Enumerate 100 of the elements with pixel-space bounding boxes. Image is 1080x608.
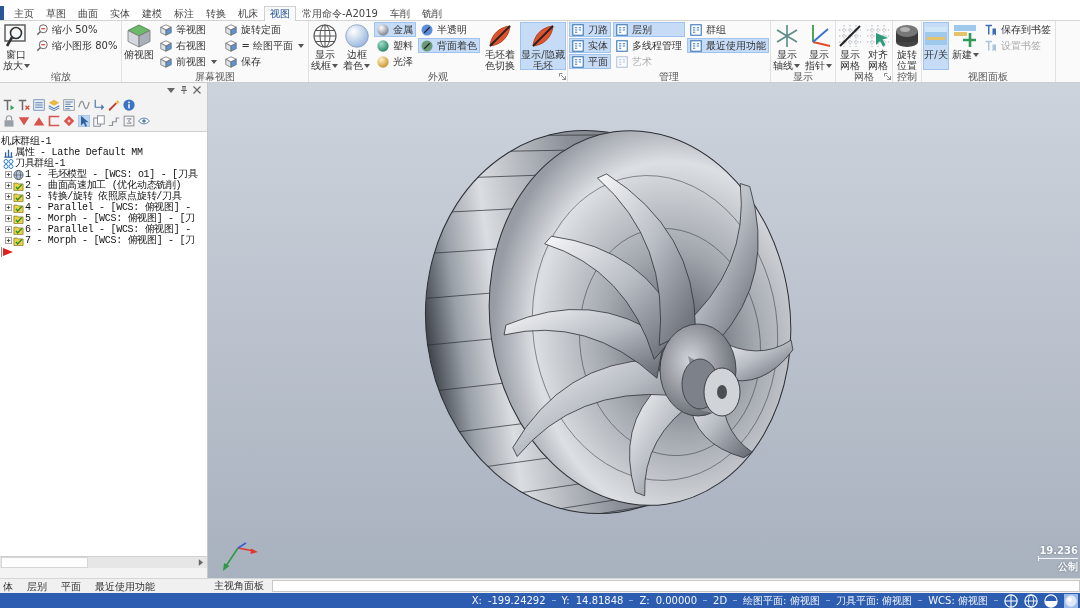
ribbon-button[interactable]: 等视图 — [157, 22, 221, 37]
half-shaded-globe-icon[interactable] — [1044, 593, 1058, 608]
list-icon[interactable] — [33, 99, 45, 111]
wand-icon[interactable] — [108, 99, 120, 111]
close-icon[interactable] — [193, 86, 201, 94]
info-icon[interactable] — [123, 99, 135, 111]
menu-tab[interactable]: 建模 — [136, 6, 168, 21]
ribbon-button[interactable]: 新建 — [950, 22, 980, 70]
ribbon-button[interactable]: 开/关 — [922, 22, 949, 70]
menu-tab[interactable]: 草图 — [40, 6, 72, 21]
ribbon-button[interactable]: 背面着色 — [417, 38, 480, 53]
ribbon-button[interactable]: 毛坯着色切换 — [481, 22, 518, 70]
tree-item[interactable]: 2 - 曲面高速加工 (优化动态铣削) — [25, 180, 182, 191]
menu-tab[interactable]: 常用命令-A2019 — [296, 6, 384, 21]
view-panel-tab[interactable]: 主视角面板 — [208, 579, 270, 593]
cursor-icon[interactable] — [78, 115, 90, 127]
ribbon-button[interactable]: 群组 — [686, 22, 769, 37]
triangle-up-icon[interactable] — [33, 115, 45, 127]
ribbon-button[interactable]: 最近使用功能 — [686, 38, 769, 53]
tree-item[interactable]: 6 - Parallel - [WCS: 俯视图] - — [25, 224, 191, 235]
ribbon-button[interactable]: 层别 — [612, 22, 685, 37]
tree-item[interactable]: 机床群组-1 — [1, 136, 52, 147]
menu-tab[interactable]: 铣削 — [415, 6, 448, 21]
expander-icon[interactable] — [5, 215, 12, 222]
bracket-icon[interactable] — [48, 115, 60, 127]
ribbon-button[interactable]: 显示轴线 — [771, 22, 802, 70]
expander-icon[interactable] — [5, 193, 12, 200]
tree-item[interactable]: 7 - Morph - [WCS: 俯视图] - [刀 — [25, 235, 195, 246]
ribbon-button[interactable]: 前视图 — [157, 54, 221, 69]
globe-icon[interactable] — [1024, 593, 1038, 608]
horizontal-scrollbar[interactable] — [0, 557, 207, 568]
menu-tab[interactable]: 主页 — [8, 6, 40, 21]
pin-icon[interactable] — [180, 86, 188, 94]
shaded-sphere-icon[interactable] — [1064, 593, 1078, 608]
dialog-launcher-icon[interactable] — [558, 72, 566, 80]
expander-icon[interactable] — [5, 226, 12, 233]
ribbon-button[interactable]: 旋转位置 — [893, 22, 920, 70]
expander-icon[interactable] — [5, 237, 12, 244]
triangle-down-icon[interactable] — [18, 115, 30, 127]
dialog-launcher-icon[interactable] — [883, 72, 891, 80]
ribbon-button[interactable]: 显示指针 — [803, 22, 834, 70]
menu-tab[interactable]: 视图 — [264, 6, 296, 21]
ribbon-button[interactable]: 光泽 — [373, 54, 416, 69]
menu-tab[interactable]: 转换 — [200, 6, 232, 21]
list-icon[interactable] — [63, 99, 75, 111]
diamond-icon[interactable] — [63, 115, 75, 127]
menu-tab[interactable]: 标注 — [168, 6, 200, 21]
panel-tab[interactable]: 平面 — [58, 579, 84, 593]
expander-icon[interactable] — [5, 204, 12, 211]
ribbon-button[interactable]: 刀路 — [568, 22, 611, 37]
ribbon-button[interactable]: 保存 — [222, 54, 307, 69]
padlock-icon[interactable] — [3, 115, 15, 127]
ribbon-button[interactable]: 塑料 — [373, 38, 416, 53]
panel-tab[interactable]: 体 — [0, 579, 16, 593]
ribbon-button[interactable]: 缩小 50% — [33, 22, 121, 37]
tree-item[interactable]: 刀具群组-1 — [15, 158, 66, 169]
bent-arrow-icon[interactable] — [93, 99, 105, 111]
ribbon-button[interactable]: 对齐网格 — [864, 22, 891, 70]
tee-cross-icon[interactable] — [18, 99, 30, 111]
tree-item[interactable]: 4 - Parallel - [WCS: 俯视图] - — [25, 202, 191, 213]
tree-item[interactable]: 1 - 毛坯模型 - [WCS: o1] - [刀具 — [25, 169, 198, 180]
scrollbar-thumb[interactable] — [1, 557, 88, 568]
ribbon-button[interactable]: 旋转定面 — [222, 22, 307, 37]
ribbon-button[interactable]: 实体 — [568, 38, 611, 53]
tree-item[interactable]: 属性 - Lathe Default MM — [15, 147, 143, 158]
wave-icon[interactable] — [78, 99, 90, 111]
slashed-leaf-icon — [487, 24, 512, 48]
caret-down-icon[interactable] — [167, 86, 175, 94]
eye-icon[interactable] — [138, 115, 150, 127]
ribbon-button[interactable]: 显示网格 — [836, 22, 863, 70]
panel-tab[interactable]: 层别 — [24, 579, 50, 593]
step-icon[interactable] — [108, 115, 120, 127]
expander-icon[interactable] — [5, 171, 12, 178]
ribbon-button[interactable]: 多线程管理 — [612, 38, 685, 53]
tree-item[interactable]: 3 - 转换/旋转 依照原点旋转/刀具 — [25, 191, 182, 202]
copy-icon[interactable] — [93, 115, 105, 127]
ribbon-button[interactable]: 显示线框 — [309, 22, 340, 70]
menu-tab[interactable]: 实体 — [104, 6, 136, 21]
ribbon-button[interactable]: 半透明 — [417, 22, 480, 37]
scroll-right-icon[interactable] — [198, 559, 203, 566]
ribbon-button[interactable]: 俯视图 — [123, 22, 156, 70]
ribbon-button[interactable]: 保存到书签 — [981, 22, 1054, 37]
ribbon-button[interactable]: = 绘图平面 — [222, 38, 307, 53]
ribbon-button[interactable]: 右视图 — [157, 38, 221, 53]
ribbon-button[interactable]: 金属 — [373, 22, 416, 37]
ribbon-button[interactable]: 窗口放大 — [1, 22, 31, 70]
ribbon-button[interactable]: 缩小图形 80% — [33, 38, 121, 53]
wireframe-globe-icon[interactable] — [1004, 593, 1018, 608]
frame-icon[interactable] — [123, 115, 135, 127]
ribbon-button[interactable]: 平面 — [568, 54, 611, 69]
menu-tab[interactable]: 车削 — [383, 6, 416, 21]
ribbon-button[interactable]: 边框着色 — [341, 22, 372, 70]
panel-tab[interactable]: 最近使用功能 — [92, 579, 158, 593]
tree-item[interactable]: 5 - Morph - [WCS: 俯视图] - [刀 — [25, 213, 195, 224]
menu-tab[interactable]: 机床 — [232, 6, 264, 21]
layers-icon[interactable] — [48, 99, 60, 111]
tee-arrow-icon[interactable] — [3, 99, 15, 111]
ribbon-button[interactable]: 显示/隐藏毛坯 — [519, 22, 566, 70]
expander-icon[interactable] — [5, 182, 12, 189]
menu-tab[interactable]: 曲面 — [72, 6, 104, 21]
